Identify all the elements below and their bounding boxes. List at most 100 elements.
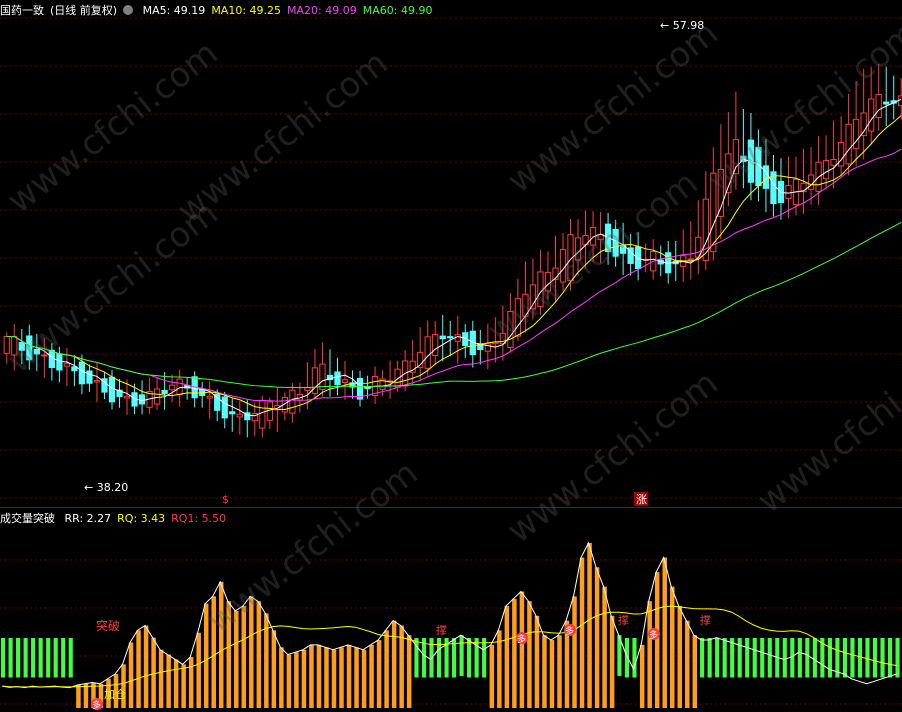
candle-body	[507, 311, 514, 348]
volume-bar	[196, 632, 201, 708]
candle-body	[432, 333, 439, 357]
candle	[883, 66, 890, 127]
volume-bar	[572, 596, 577, 708]
candle	[544, 251, 552, 300]
volume-bar	[324, 647, 329, 708]
candle-body	[78, 361, 86, 385]
candle-body	[807, 174, 815, 190]
volume-bar	[639, 644, 645, 708]
candle	[477, 329, 484, 365]
candle	[161, 372, 168, 410]
volume-bar	[504, 606, 510, 708]
candle-body	[3, 336, 10, 354]
volume-bar	[376, 640, 382, 708]
candle	[514, 278, 522, 342]
volume-bar	[301, 649, 307, 708]
volume-bar	[549, 640, 555, 708]
candle	[319, 342, 326, 397]
candle	[627, 233, 634, 276]
candle-body	[822, 159, 830, 180]
candle-body	[574, 237, 582, 261]
volume-bar	[249, 596, 254, 708]
volume-bar	[218, 581, 224, 708]
volume-bar	[331, 649, 337, 708]
volume-bar	[61, 638, 66, 678]
candle	[507, 292, 514, 353]
duo-label: 多	[517, 633, 526, 645]
candle	[214, 389, 221, 422]
candle-body	[319, 363, 326, 390]
candle	[612, 219, 619, 267]
volume-bar	[692, 635, 698, 708]
candle	[417, 327, 424, 381]
candle	[552, 235, 559, 302]
volume-bar	[361, 649, 367, 708]
candle-body	[41, 354, 48, 357]
duo-label: 多	[92, 699, 101, 711]
candle	[717, 124, 724, 240]
volume-bar	[880, 638, 885, 678]
volume-bar	[579, 557, 585, 708]
candle-body	[63, 363, 71, 367]
volume-bar	[587, 542, 592, 708]
candle	[747, 112, 755, 201]
volume-bar	[271, 630, 277, 708]
candle-body	[868, 98, 875, 132]
candle	[281, 392, 289, 421]
candle	[356, 370, 364, 407]
candle-body	[845, 123, 852, 165]
candle	[597, 211, 604, 264]
volume-bar	[8, 638, 13, 678]
candle	[469, 320, 476, 368]
volume-bar	[685, 620, 690, 708]
volume-bar	[211, 596, 216, 708]
candle	[619, 222, 627, 276]
candle	[33, 333, 40, 372]
volume-bar	[241, 606, 247, 708]
candle	[447, 320, 454, 357]
volume-bar	[842, 638, 848, 678]
ma10-line	[6, 115, 902, 411]
volume-bar	[346, 644, 352, 708]
candle-body	[138, 394, 146, 405]
candle	[48, 343, 55, 381]
volume-bar	[519, 591, 525, 708]
volume-bar	[594, 567, 600, 708]
candle	[537, 249, 544, 315]
candle	[229, 398, 236, 432]
volume-bar	[151, 637, 156, 708]
dropdown-icon[interactable]	[123, 5, 134, 15]
volume-bar	[624, 638, 630, 678]
candle-body	[334, 371, 341, 385]
candle-body	[830, 158, 837, 166]
candle-body	[93, 380, 101, 383]
volume-bar	[309, 644, 314, 708]
volume-bar	[188, 657, 194, 708]
tupo-label: 突破	[96, 618, 120, 633]
candle	[687, 221, 694, 280]
candle-body	[454, 334, 461, 342]
volume-bar	[677, 606, 683, 708]
indicator-name: 成交量突破	[0, 512, 55, 525]
volume-bar	[760, 638, 765, 678]
candle-body	[259, 400, 266, 429]
cheng-label: 撑	[700, 613, 711, 627]
candle	[56, 346, 63, 383]
candle	[492, 317, 499, 363]
candle	[86, 364, 93, 392]
volume-bar	[850, 638, 855, 678]
volume-bar	[38, 638, 43, 678]
volume-bar	[158, 649, 164, 708]
volume-bar	[715, 637, 720, 678]
s-marker: $	[222, 493, 229, 506]
candle	[484, 324, 491, 370]
volume-bar	[128, 642, 134, 708]
candle-body	[687, 258, 694, 261]
candle-body	[48, 349, 55, 368]
indicator-label: RQ1: 5.50	[171, 512, 227, 525]
candle-body	[717, 168, 724, 217]
ma-label: MA20: 49.09	[287, 4, 357, 17]
volume-bar	[669, 586, 675, 708]
candle-body	[559, 249, 567, 283]
volume-bar	[16, 638, 21, 678]
